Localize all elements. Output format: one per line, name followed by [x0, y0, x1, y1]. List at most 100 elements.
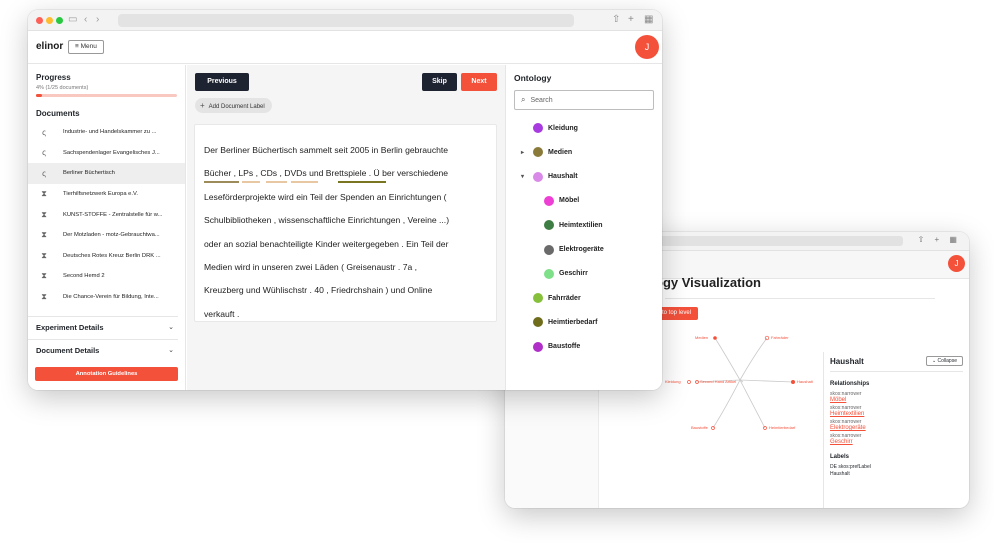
- ontology-heading: Ontology: [514, 73, 552, 83]
- collapse-button[interactable]: ⌄ Collapse: [925, 356, 963, 366]
- document-title: Industrie- und Handelskammer zu ...: [63, 129, 157, 136]
- previous-button[interactable]: Previous: [195, 73, 249, 91]
- chevron-right-icon[interactable]: ▸: [521, 149, 524, 156]
- next-button[interactable]: Next: [461, 73, 497, 91]
- ontology-item[interactable]: Heimtextilien: [544, 218, 603, 232]
- document-title: Tierhilfsnetzwerk Europa e.V.: [63, 191, 138, 198]
- minimize-window-icon[interactable]: [46, 17, 53, 24]
- ontology-item[interactable]: Kleidung: [533, 121, 578, 135]
- document-line[interactable]: Kreuzberg und Wühlischstr . 40 , Friedrc…: [204, 279, 488, 302]
- document-line[interactable]: Medien wird in unseren zwei Läden ( Grei…: [204, 256, 488, 279]
- ontology-item[interactable]: Heimtierbedarf: [533, 315, 597, 329]
- sidebar-toggle-icon[interactable]: ▭: [68, 14, 77, 25]
- document-line[interactable]: Schulbibliotheken , wissenschaftliche Ei…: [204, 209, 488, 232]
- collapse-label: Collapse: [937, 358, 957, 364]
- color-dot-icon: [533, 123, 543, 133]
- document-list-item[interactable]: ⧗ Second Hemd 2: [28, 266, 185, 287]
- document-list-item[interactable]: ⧗ Der Motzladen - motz-Gebrauchtwa...: [28, 225, 185, 246]
- entity-underline[interactable]: [291, 181, 318, 184]
- document-line[interactable]: verkauft .: [204, 303, 488, 326]
- document-details-toggle[interactable]: Document Details ⌄: [28, 339, 178, 360]
- maximize-window-icon[interactable]: [56, 17, 63, 24]
- plus-icon: +: [200, 101, 205, 110]
- forward-icon[interactable]: ›: [96, 14, 99, 25]
- ontology-item-label: Geschirr: [559, 270, 588, 278]
- document-list-item[interactable]: ⧗ Tierhilfsnetzwerk Europa e.V.: [28, 184, 185, 205]
- add-label-text: Add Document Label: [208, 104, 265, 110]
- app-brand[interactable]: elinor: [36, 41, 63, 52]
- ontology-item[interactable]: ▸ Medien: [521, 145, 572, 159]
- ontology-graph[interactable]: Medien Fahrräder Kleidung Second Hand Ar…: [655, 324, 825, 434]
- avatar[interactable]: J: [635, 35, 659, 59]
- menu-icon: ≡: [75, 43, 79, 50]
- ontology-item-label: Kleidung: [548, 124, 578, 132]
- graph-label-baustoffe: Baustoffe: [691, 425, 709, 430]
- ontology-item[interactable]: Möbel: [544, 194, 579, 208]
- ontology-item[interactable]: ▾ Haushalt: [521, 170, 578, 184]
- hourglass-icon: ⧗: [41, 230, 47, 240]
- ontology-item[interactable]: Baustoffe: [533, 340, 580, 354]
- share-icon[interactable]: ⇧: [612, 14, 620, 25]
- document-line[interactable]: Der Berliner Büchertisch sammelt seit 20…: [204, 139, 488, 162]
- divider: [665, 298, 935, 299]
- entity-underline[interactable]: [242, 181, 260, 184]
- progress-icon: ς: [42, 168, 46, 178]
- label-value: Haushalt: [830, 471, 850, 477]
- add-document-label-button[interactable]: + Add Document Label: [195, 98, 272, 113]
- document-title: Der Motzladen - motz-Gebrauchtwa...: [63, 232, 160, 239]
- label-predicate: DE skos:prefLabel: [830, 464, 871, 470]
- document-list: ς Industrie- und Handelskammer zu ... ς Sac…: [28, 122, 185, 307]
- address-bar[interactable]: [655, 236, 903, 246]
- ontology-item[interactable]: Elektrogeräte: [544, 243, 604, 257]
- color-dot-icon: [533, 341, 543, 352]
- ontology-item[interactable]: Geschirr: [544, 267, 588, 281]
- document-list-item[interactable]: ς Industrie- und Handelskammer zu ...: [28, 122, 185, 143]
- menu-label: Menu: [80, 43, 97, 50]
- skip-button[interactable]: Skip: [422, 73, 457, 91]
- document-line[interactable]: Leseförderprojekte wird ein Teil der Spe…: [204, 186, 488, 209]
- documents-heading: Documents: [36, 109, 80, 118]
- labels-heading: Labels: [830, 454, 850, 460]
- experiment-details-toggle[interactable]: Experiment Details ⌄: [28, 316, 178, 337]
- document-list-item[interactable]: ⧗ Die Chance-Verein für Bildung, Inte...: [28, 287, 185, 308]
- relationships-heading: Relationships: [830, 381, 870, 387]
- avatar[interactable]: J: [948, 255, 965, 272]
- annotation-guidelines-button[interactable]: Annotation Guidelines: [35, 367, 178, 381]
- document-line-text[interactable]: Bücher , LPs , CDs , DVDs und Brettspiel…: [204, 168, 448, 178]
- color-dot-icon: [533, 293, 543, 304]
- relationship-link[interactable]: Heimtextilien: [830, 411, 963, 417]
- chevron-down-icon[interactable]: ▾: [521, 173, 524, 180]
- annotation-window: ▭ ‹ › ⇧ + ▦ elinor ≡ Menu J Progress 4% …: [28, 10, 662, 390]
- entity-underline[interactable]: [266, 181, 287, 184]
- back-icon[interactable]: ‹: [84, 14, 87, 25]
- new-tab-icon[interactable]: +: [628, 14, 634, 25]
- graph-node-kleidung[interactable]: [687, 380, 691, 384]
- relationship-link[interactable]: Elektrogeräte: [830, 425, 963, 431]
- document-list-item[interactable]: ς Berliner Büchertisch: [28, 163, 185, 184]
- document-line[interactable]: oder an sozial benachteiligte Kinder wei…: [204, 233, 488, 256]
- address-bar[interactable]: [118, 14, 574, 27]
- graph-node-haushalt[interactable]: [791, 380, 795, 384]
- document-title: Second Hemd 2: [63, 273, 105, 280]
- tab-overview-icon[interactable]: ▦: [644, 14, 653, 25]
- relationship-link[interactable]: Möbel: [830, 397, 963, 403]
- graph-node-medien[interactable]: [713, 336, 717, 340]
- document-list-item[interactable]: ⧗ Deutsches Rotes Kreuz Berlin DRK ...: [28, 246, 185, 267]
- entity-underline[interactable]: [204, 181, 239, 184]
- ontology-item[interactable]: Fahrräder: [533, 291, 581, 305]
- entity-underline[interactable]: [338, 181, 386, 184]
- menu-button[interactable]: ≡ Menu: [68, 40, 104, 54]
- browser-actions-icon[interactable]: ⇧ + ▦: [918, 235, 961, 244]
- document-line[interactable]: Bücher , LPs , CDs , DVDs und Brettspiel…: [204, 162, 488, 185]
- graph-label-medien: Medien: [695, 335, 708, 340]
- document-panel: Previous Skip Next + Add Document Label D…: [187, 65, 505, 390]
- document-list-item[interactable]: ⧗ KUNST-STOFFE - Zentralstelle für w...: [28, 204, 185, 225]
- document-list-item[interactable]: ς Sachspendenlager Evangelisches J...: [28, 143, 185, 164]
- relationship-link[interactable]: Geschirr: [830, 439, 963, 445]
- hourglass-icon: ⧗: [41, 292, 47, 302]
- hourglass-icon: ⧗: [41, 209, 47, 219]
- ontology-search-input[interactable]: ⌕ Search: [514, 90, 654, 110]
- graph-label-kleidung: Kleidung: [665, 379, 681, 384]
- close-window-icon[interactable]: [36, 17, 43, 24]
- progress-heading: Progress: [36, 73, 71, 82]
